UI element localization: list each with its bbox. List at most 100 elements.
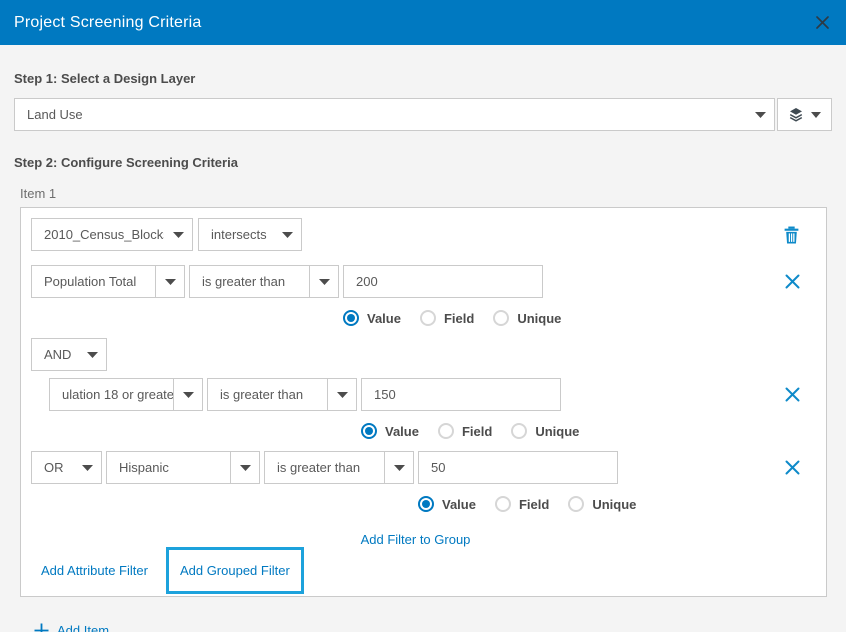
radio-field[interactable]: Field — [420, 310, 474, 326]
radio-value[interactable]: Value — [361, 423, 419, 439]
operator-select-value: is greater than — [208, 387, 327, 402]
attribute-filter-row: Population Total is greater than — [31, 265, 800, 298]
radio-unselected-icon — [493, 310, 509, 326]
field-select-value: Population Total — [32, 274, 155, 289]
value-mode-radio-group: Value Field Unique — [418, 496, 800, 512]
spatial-filter-row: 2010_Census_Blocks intersects — [31, 218, 800, 251]
design-layer-row: Land Use — [14, 98, 832, 131]
remove-filter-button[interactable] — [785, 274, 800, 289]
remove-filter-button[interactable] — [785, 460, 800, 475]
grouped-filter-row: ulation 18 or greater is greater than — [49, 378, 800, 411]
radio-unique[interactable]: Unique — [493, 310, 561, 326]
add-item-label: Add Item — [57, 623, 109, 632]
chevron-down-icon — [78, 352, 106, 358]
radio-unselected-icon — [511, 423, 527, 439]
radio-unselected-icon — [420, 310, 436, 326]
close-x-icon — [785, 460, 800, 475]
chevron-down-icon — [811, 112, 821, 118]
close-icon[interactable] — [815, 15, 830, 30]
chevron-down-icon — [156, 279, 184, 285]
dialog-body: Step 1: Select a Design Layer Land Use — [0, 45, 846, 632]
step2-label: Step 2: Configure Screening Criteria — [14, 155, 832, 170]
logic-operator-select-value: OR — [32, 460, 73, 475]
filter-links-row: Add Attribute Filter Add Grouped Filter — [31, 547, 800, 594]
grouped-filter-row: OR Hispanic is greater than — [31, 451, 800, 484]
radio-unique-label: Unique — [517, 311, 561, 326]
operator-select-value: is greater than — [265, 460, 384, 475]
operator-select[interactable]: is greater than — [264, 451, 414, 484]
field-select[interactable]: ulation 18 or greater — [49, 378, 203, 411]
radio-value[interactable]: Value — [343, 310, 401, 326]
radio-selected-icon — [343, 310, 359, 326]
logic-operator-select-value: AND — [32, 347, 78, 362]
design-layer-select-value: Land Use — [15, 107, 746, 122]
radio-field-label: Field — [462, 424, 492, 439]
radio-field[interactable]: Field — [438, 423, 492, 439]
step1-label: Step 1: Select a Design Layer — [14, 71, 832, 86]
item-label: Item 1 — [20, 186, 832, 201]
chevron-down-icon — [231, 465, 259, 471]
radio-unique-label: Unique — [592, 497, 636, 512]
remove-filter-button[interactable] — [785, 387, 800, 402]
filter-value-input[interactable] — [343, 265, 543, 298]
chevron-down-icon — [164, 232, 192, 238]
item-panel: 2010_Census_Blocks intersects — [20, 207, 827, 597]
radio-unselected-icon — [438, 423, 454, 439]
spatial-relation-select-value: intersects — [199, 227, 273, 242]
filter-value-input[interactable] — [361, 378, 561, 411]
chevron-down-icon — [328, 392, 356, 398]
radio-unique[interactable]: Unique — [511, 423, 579, 439]
radio-field[interactable]: Field — [495, 496, 549, 512]
close-x-icon — [785, 274, 800, 289]
radio-value-label: Value — [442, 497, 476, 512]
spatial-relation-select[interactable]: intersects — [198, 218, 302, 251]
radio-selected-icon — [418, 496, 434, 512]
chevron-down-icon — [273, 232, 301, 238]
radio-field-label: Field — [444, 311, 474, 326]
field-select[interactable]: Population Total — [31, 265, 185, 298]
radio-selected-icon — [361, 423, 377, 439]
value-mode-radio-group: Value Field Unique — [361, 423, 800, 439]
radio-value-label: Value — [367, 311, 401, 326]
screening-layer-select-value: 2010_Census_Blocks — [32, 227, 164, 242]
delete-item-button[interactable] — [783, 226, 800, 244]
add-grouped-filter-highlight: Add Grouped Filter — [166, 547, 304, 594]
chevron-down-icon — [385, 465, 413, 471]
add-attribute-filter-link[interactable]: Add Attribute Filter — [41, 563, 148, 578]
dialog-header: Project Screening Criteria — [0, 0, 846, 45]
radio-unselected-icon — [568, 496, 584, 512]
chevron-down-icon — [746, 112, 774, 118]
add-filter-to-group-link[interactable]: Add Filter to Group — [361, 532, 471, 547]
add-grouped-filter-link[interactable]: Add Grouped Filter — [180, 563, 290, 578]
logic-operator-select[interactable]: OR — [31, 451, 102, 484]
value-mode-radio-group: Value Field Unique — [343, 310, 800, 326]
dialog-title: Project Screening Criteria — [14, 14, 202, 32]
add-item-button[interactable]: Add Item — [34, 623, 832, 632]
field-select-value: Hispanic — [107, 460, 230, 475]
operator-select-value: is greater than — [190, 274, 309, 289]
screening-layer-select[interactable]: 2010_Census_Blocks — [31, 218, 193, 251]
radio-unique[interactable]: Unique — [568, 496, 636, 512]
radio-unique-label: Unique — [535, 424, 579, 439]
field-select[interactable]: Hispanic — [106, 451, 260, 484]
field-select-value: ulation 18 or greater — [50, 387, 173, 402]
layer-options-button[interactable] — [777, 98, 832, 131]
trash-icon — [783, 226, 800, 244]
layers-icon — [788, 107, 804, 123]
project-screening-criteria-dialog: Project Screening Criteria Step 1: Selec… — [0, 0, 846, 632]
add-filter-to-group-row: Add Filter to Group — [31, 532, 800, 547]
filter-value-input[interactable] — [418, 451, 618, 484]
chevron-down-icon — [174, 392, 202, 398]
radio-field-label: Field — [519, 497, 549, 512]
operator-select[interactable]: is greater than — [189, 265, 339, 298]
radio-value-label: Value — [385, 424, 419, 439]
chevron-down-icon — [310, 279, 338, 285]
close-x-icon — [785, 387, 800, 402]
operator-select[interactable]: is greater than — [207, 378, 357, 411]
design-layer-select[interactable]: Land Use — [14, 98, 775, 131]
radio-unselected-icon — [495, 496, 511, 512]
radio-value[interactable]: Value — [418, 496, 476, 512]
chevron-down-icon — [73, 465, 101, 471]
plus-icon — [34, 623, 49, 632]
logic-operator-select[interactable]: AND — [31, 338, 107, 371]
